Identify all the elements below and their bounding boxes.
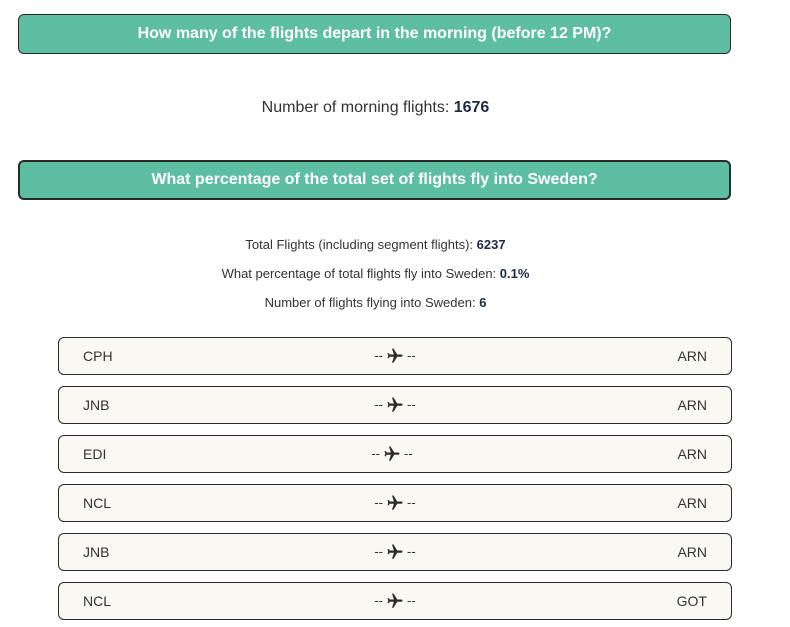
morning-flights-answer: Number of morning flights: 1676 <box>18 99 733 117</box>
sweden-percentage-answer: What percentage of total flights fly int… <box>18 266 733 281</box>
flight-route: -- -- <box>59 534 731 570</box>
route-dash: -- <box>374 593 383 608</box>
answer-value: 0.1% <box>499 266 530 281</box>
flight-route: -- -- <box>59 338 731 374</box>
sweden-flights-count-answer: Number of flights flying into Sweden: 6 <box>18 295 733 310</box>
airplane-icon <box>387 544 403 559</box>
route-dash: -- <box>374 397 383 412</box>
flight-destination: ARN <box>677 495 707 511</box>
route-dash: -- <box>374 495 383 510</box>
answer-label: Number of morning flights: <box>261 99 454 116</box>
question-text: What percentage of the total set of flig… <box>151 171 598 188</box>
route-dash: -- <box>407 348 416 363</box>
flight-row[interactable]: EDI -- -- ARN <box>58 435 732 473</box>
flight-destination: ARN <box>677 397 707 413</box>
question-text: How many of the flights depart in the mo… <box>137 25 612 42</box>
flight-route: -- -- <box>59 485 731 521</box>
route-dash: -- <box>371 446 380 461</box>
question-sweden-percentage[interactable]: What percentage of the total set of flig… <box>18 160 731 200</box>
flight-origin: CPH <box>83 348 113 364</box>
flight-origin: NCL <box>83 593 112 609</box>
airplane-icon <box>387 397 403 412</box>
flight-row[interactable]: JNB -- -- ARN <box>58 533 732 571</box>
flight-row[interactable]: CPH -- -- ARN <box>58 337 732 375</box>
flight-origin: NCL <box>83 495 112 511</box>
route-dash: -- <box>407 544 416 559</box>
airplane-icon <box>384 446 400 461</box>
flight-origin: JNB <box>83 397 110 413</box>
route-dash: -- <box>407 593 416 608</box>
question-morning-flights[interactable]: How many of the flights depart in the mo… <box>18 14 731 54</box>
route-dash: -- <box>374 544 383 559</box>
total-flights-answer: Total Flights (including segment flights… <box>18 237 733 252</box>
answer-label: What percentage of total flights fly int… <box>221 266 500 281</box>
answer-label: Number of flights flying into Sweden: <box>264 295 480 310</box>
airplane-icon <box>387 348 403 363</box>
flight-route: -- -- <box>59 583 731 619</box>
answer-value: 1676 <box>453 99 490 116</box>
route-dash: -- <box>404 446 413 461</box>
flight-origin: JNB <box>83 544 110 560</box>
answer-value: 6237 <box>476 237 506 252</box>
answer-label: Total Flights (including segment flights… <box>245 237 477 252</box>
flight-destination: GOT <box>676 593 707 609</box>
flight-destination: ARN <box>677 544 707 560</box>
flight-route: -- -- <box>59 387 731 423</box>
flight-route: -- -- <box>59 436 731 472</box>
flight-origin: EDI <box>83 446 107 462</box>
route-dash: -- <box>407 397 416 412</box>
flight-destination: ARN <box>677 348 707 364</box>
route-dash: -- <box>374 348 383 363</box>
flight-row[interactable]: NCL -- -- ARN <box>58 484 732 522</box>
airplane-icon <box>387 593 403 608</box>
route-dash: -- <box>407 495 416 510</box>
flight-destination: ARN <box>677 446 707 462</box>
airplane-icon <box>387 495 403 510</box>
answer-value: 6 <box>479 295 487 310</box>
flight-row[interactable]: NCL -- -- GOT <box>58 582 732 620</box>
flight-row[interactable]: JNB -- -- ARN <box>58 386 732 424</box>
